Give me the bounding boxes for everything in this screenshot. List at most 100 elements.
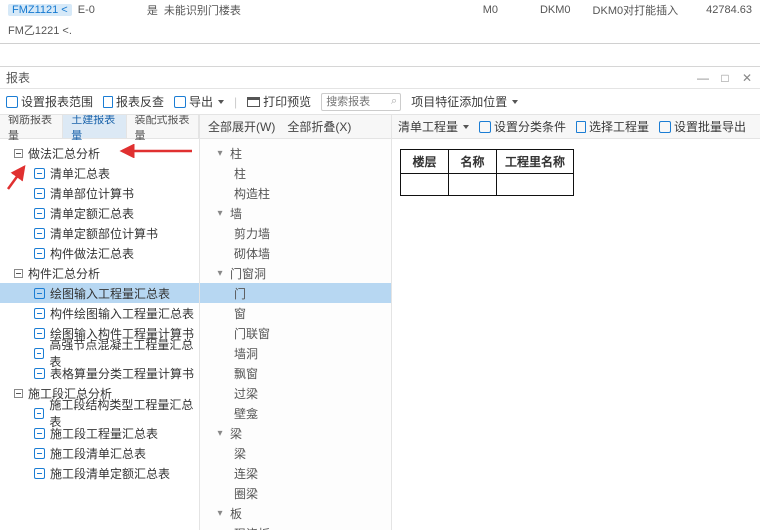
- mid-item-selected[interactable]: 门: [200, 283, 391, 303]
- close-button[interactable]: ✕: [740, 71, 754, 85]
- component-tree-panel: 全部展开(W) 全部折叠(X) ▾ 柱 柱 构造柱 ▾ 墙 剪力墙 砌体墙 ▾: [200, 115, 392, 530]
- mid-item[interactable]: 剪力墙: [200, 223, 391, 243]
- chevron-down-icon: [463, 125, 469, 129]
- collapse-all-button[interactable]: 全部折叠(X): [287, 118, 351, 135]
- set-scope-button[interactable]: 设置报表范围: [6, 93, 93, 110]
- feature-add-button[interactable]: 项目特征添加位置: [411, 93, 518, 110]
- table-cell: [401, 174, 449, 196]
- left-tab-strip: 钢筋报表量 土建报表量 装配式报表量: [0, 115, 199, 139]
- expand-all-button[interactable]: 全部展开(W): [208, 118, 275, 135]
- export-button[interactable]: 导出: [174, 93, 224, 110]
- mid-item[interactable]: 现浇板: [200, 523, 391, 530]
- mid-item[interactable]: 柱: [200, 163, 391, 183]
- report-review-button[interactable]: 报表反查: [103, 93, 164, 110]
- print-icon: [247, 97, 260, 107]
- mid-item[interactable]: 砌体墙: [200, 243, 391, 263]
- select-qty-button[interactable]: 选择工程量: [576, 118, 649, 135]
- tab-prefab-report[interactable]: 装配式报表量: [127, 115, 200, 138]
- tab-steel-report[interactable]: 钢筋报表量: [0, 115, 63, 138]
- feature-add-label: 项目特征添加位置: [411, 93, 507, 110]
- col-floor: 楼层: [401, 150, 449, 174]
- tree-item[interactable]: 施工段清单定额汇总表: [0, 463, 199, 483]
- gear-icon: [6, 96, 18, 108]
- mid-group[interactable]: ▾ 梁: [200, 423, 391, 443]
- qty-list-dropdown[interactable]: 清单工程量: [398, 118, 469, 135]
- mid-group[interactable]: ▾ 板: [200, 503, 391, 523]
- sheet-icon: [34, 468, 45, 479]
- collapse-icon: ▾: [216, 148, 224, 159]
- col-qty-name: 工程里名称: [497, 150, 574, 174]
- mid-item[interactable]: 过梁: [200, 383, 391, 403]
- tree-item[interactable]: 清单部位计算书: [0, 183, 199, 203]
- tree-item[interactable]: 构件绘图输入工程量汇总表: [0, 303, 199, 323]
- sheet-icon: [34, 448, 45, 459]
- export-label: 导出: [189, 93, 213, 110]
- mid-item[interactable]: 圈梁: [200, 483, 391, 503]
- grid-badge: FMZ1121 <: [8, 4, 72, 16]
- maximize-button[interactable]: □: [718, 71, 732, 85]
- tree-group-components[interactable]: 构件汇总分析: [0, 263, 199, 283]
- report-title: 报表: [6, 69, 30, 86]
- table-cell: [449, 174, 497, 196]
- report-title-bar: 报表 — □ ✕: [0, 67, 760, 89]
- report-toolbar: 设置报表范围 报表反查 导出 | 打印预览 ⌕ 项目特征添加位置: [0, 89, 760, 115]
- tree-item[interactable]: 清单定额部位计算书: [0, 223, 199, 243]
- sheet-icon: [34, 328, 45, 339]
- sheet-icon: [34, 168, 45, 179]
- mid-header: 全部展开(W) 全部折叠(X): [200, 115, 391, 139]
- tree-item[interactable]: 清单汇总表: [0, 163, 199, 183]
- search-input[interactable]: [321, 93, 401, 111]
- tree-item[interactable]: 施工段清单汇总表: [0, 443, 199, 463]
- batch-export-button[interactable]: 设置批量导出: [659, 118, 746, 135]
- tree-item[interactable]: 高强节点混凝土工程量汇总表: [0, 343, 199, 363]
- tree-item[interactable]: 施工段结构类型工程量汇总表: [0, 403, 199, 423]
- result-table: 楼层 名称 工程里名称: [400, 149, 574, 196]
- col-name: 名称: [449, 150, 497, 174]
- mid-group[interactable]: ▾ 墙: [200, 203, 391, 223]
- export-icon: [174, 96, 186, 108]
- review-label: 报表反查: [116, 93, 164, 110]
- tree-item[interactable]: 施工段工程量汇总表: [0, 423, 199, 443]
- tree-item[interactable]: 构件做法汇总表: [0, 243, 199, 263]
- mid-item[interactable]: 墙洞: [200, 343, 391, 363]
- mid-item[interactable]: 连梁: [200, 463, 391, 483]
- sheet-icon: [34, 408, 44, 419]
- mid-item[interactable]: 壁龛: [200, 403, 391, 423]
- tree-item[interactable]: 清单定额汇总表: [0, 203, 199, 223]
- mid-group[interactable]: ▾ 柱: [200, 143, 391, 163]
- gear-icon: [659, 121, 671, 133]
- collapse-icon: [14, 149, 23, 158]
- mid-item[interactable]: 窗: [200, 303, 391, 323]
- list-icon: [576, 121, 586, 133]
- sheet-icon: [34, 288, 45, 299]
- tree-item-selected[interactable]: 绘图输入工程量汇总表: [0, 283, 199, 303]
- mid-item[interactable]: 门联窗: [200, 323, 391, 343]
- tab-civil-report[interactable]: 土建报表量: [63, 115, 126, 138]
- tree-group-methods[interactable]: 做法汇总分析: [0, 143, 199, 163]
- sheet-icon: [34, 348, 44, 359]
- print-label: 打印预览: [263, 93, 311, 110]
- tree-item[interactable]: 表格算量分类工程量计算书: [0, 363, 199, 383]
- mid-group[interactable]: ▾ 门窗洞: [200, 263, 391, 283]
- sheet-icon: [34, 308, 45, 319]
- set-conditions-button[interactable]: 设置分类条件: [479, 118, 566, 135]
- table-cell: [497, 174, 574, 196]
- window-controls: — □ ✕: [696, 71, 754, 85]
- collapse-icon: ▾: [216, 508, 224, 519]
- component-tree: ▾ 柱 柱 构造柱 ▾ 墙 剪力墙 砌体墙 ▾ 门窗洞 门 窗 门联窗 墙洞: [200, 139, 391, 530]
- print-preview-button[interactable]: 打印预览: [247, 93, 311, 110]
- mid-item[interactable]: 构造柱: [200, 183, 391, 203]
- minimize-button[interactable]: —: [696, 71, 710, 85]
- background-grid: FMZ1121 < E-0 是 未能识别门楼表 M0 DKM0 DKM0对打能插…: [0, 0, 760, 44]
- search-icon: ⌕: [391, 95, 397, 108]
- left-panel: 钢筋报表量 土建报表量 装配式报表量: [0, 115, 200, 530]
- collapse-icon: [14, 389, 23, 398]
- doc-icon: [103, 96, 113, 108]
- mid-item[interactable]: 飘窗: [200, 363, 391, 383]
- mid-item[interactable]: 梁: [200, 443, 391, 463]
- sheet-icon: [34, 188, 45, 199]
- report-tree: 做法汇总分析 清单汇总表 清单部位计算书 清单定额汇总表 清单定额部位计算书: [0, 139, 199, 530]
- sheet-icon: [34, 428, 45, 439]
- report-panel: 报表 — □ ✕ 设置报表范围 报表反查 导出 | 打印预览 ⌕: [0, 66, 760, 530]
- collapse-icon: ▾: [216, 428, 224, 439]
